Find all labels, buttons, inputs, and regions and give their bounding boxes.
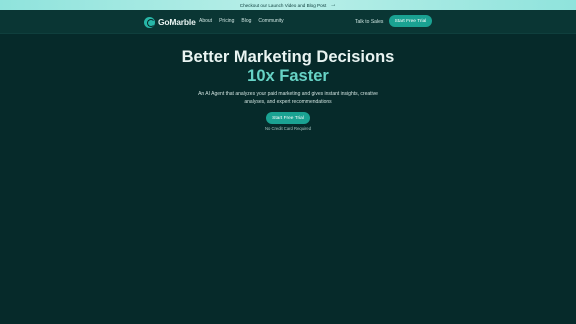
header-start-trial-button[interactable]: Start Free Trial [389, 15, 432, 27]
announcement-bar[interactable]: Checkout our Launch Video and Blog Post … [0, 0, 576, 10]
hero-title: Better Marketing Decisions 10x Faster [0, 48, 576, 86]
talk-to-sales-link[interactable]: Talk to Sales [355, 19, 383, 25]
announcement-text[interactable]: Checkout our Launch Video and Blog Post [240, 3, 327, 8]
hero-start-trial-button[interactable]: Start Free Trial [266, 112, 310, 124]
no-credit-card-note: No Credit Card Required [264, 126, 312, 131]
arrow-right-icon: → [330, 2, 337, 8]
hero-title-line2: 10x Faster [247, 67, 329, 85]
main-nav: About Pricing Blog Community [199, 18, 284, 24]
hero-subtitle: An AI Agent that analyzes your paid mark… [198, 91, 378, 105]
site-header: GoMarble About Pricing Blog Community Ta… [0, 10, 576, 34]
nav-blog[interactable]: Blog [241, 18, 251, 24]
nav-community[interactable]: Community [258, 18, 283, 24]
logo-text: GoMarble [158, 17, 196, 27]
gomarble-logo-icon [144, 16, 155, 28]
nav-about[interactable]: About [199, 18, 212, 24]
nav-pricing[interactable]: Pricing [219, 18, 234, 24]
logo[interactable]: GoMarble [144, 16, 196, 28]
hero-title-line1: Better Marketing Decisions [181, 48, 395, 66]
